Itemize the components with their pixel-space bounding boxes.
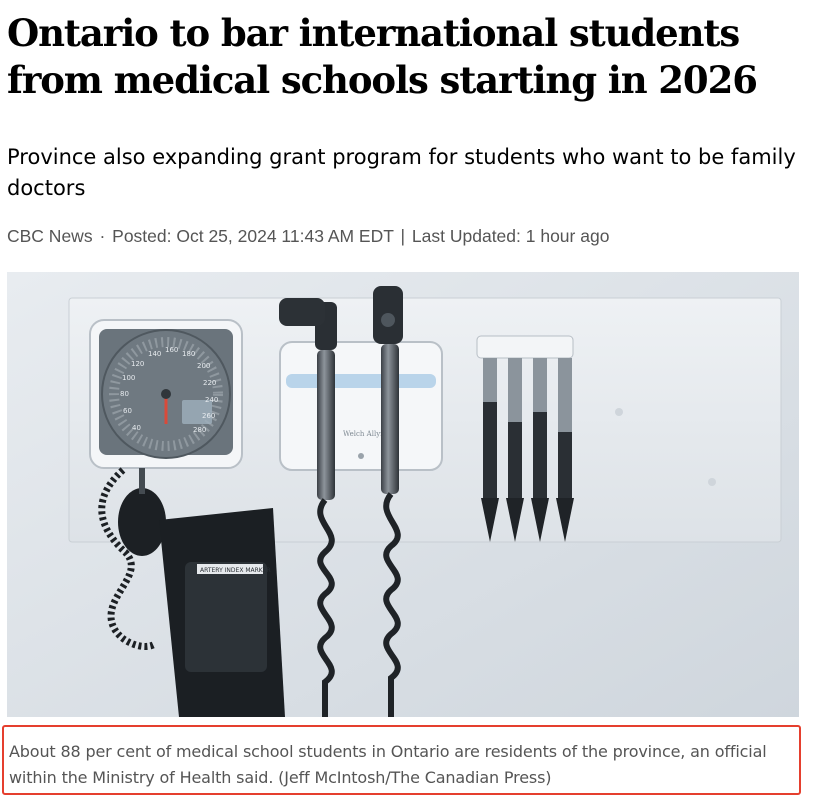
gauge-number: 60 [123, 407, 132, 415]
gauge-number: 240 [205, 396, 218, 404]
byline-posted-date: Posted: Oct 25, 2024 11:43 AM EDT [112, 226, 394, 246]
blood-pressure-gauge: 40 60 80 100 120 140 160 180 200 220 240… [89, 319, 243, 469]
cuff-label: ARTERY INDEX MARKER [200, 567, 271, 574]
byline-updated-time: Last Updated: 1 hour ago [411, 226, 610, 246]
blood-pressure-cuff: ARTERY INDEX MARKER [159, 508, 285, 717]
article-subheadline: Province also expanding grant program fo… [7, 145, 796, 200]
byline-dot-separator: · [99, 226, 106, 246]
gauge-number: 280 [193, 426, 206, 434]
gauge-number: 40 [132, 424, 141, 432]
gauge-number: 220 [203, 379, 216, 387]
byline-source: CBC News [7, 226, 93, 246]
gauge-number: 180 [182, 350, 195, 358]
gauge-number: 200 [197, 362, 210, 370]
photo-caption: About 88 per cent of medical school stud… [9, 742, 767, 787]
byline-divider: | [400, 226, 406, 246]
article-headline: Ontario to bar international students fr… [7, 11, 758, 102]
gauge-number: 100 [122, 374, 135, 382]
gauge-number: 160 [165, 346, 178, 354]
gauge-number: 80 [120, 390, 129, 398]
brand-label: Welch Allyn [343, 430, 385, 438]
pump-bulb [118, 488, 166, 556]
article-photo: 40 60 80 100 120 140 160 180 200 220 240… [7, 272, 799, 717]
caption-highlight-box: About 88 per cent of medical school stud… [2, 725, 801, 795]
gauge-number: 120 [131, 360, 144, 368]
gauge-number: 260 [202, 412, 215, 420]
article-byline: CBC News · Posted: Oct 25, 2024 11:43 AM… [7, 224, 609, 248]
gauge-number: 140 [148, 350, 161, 358]
